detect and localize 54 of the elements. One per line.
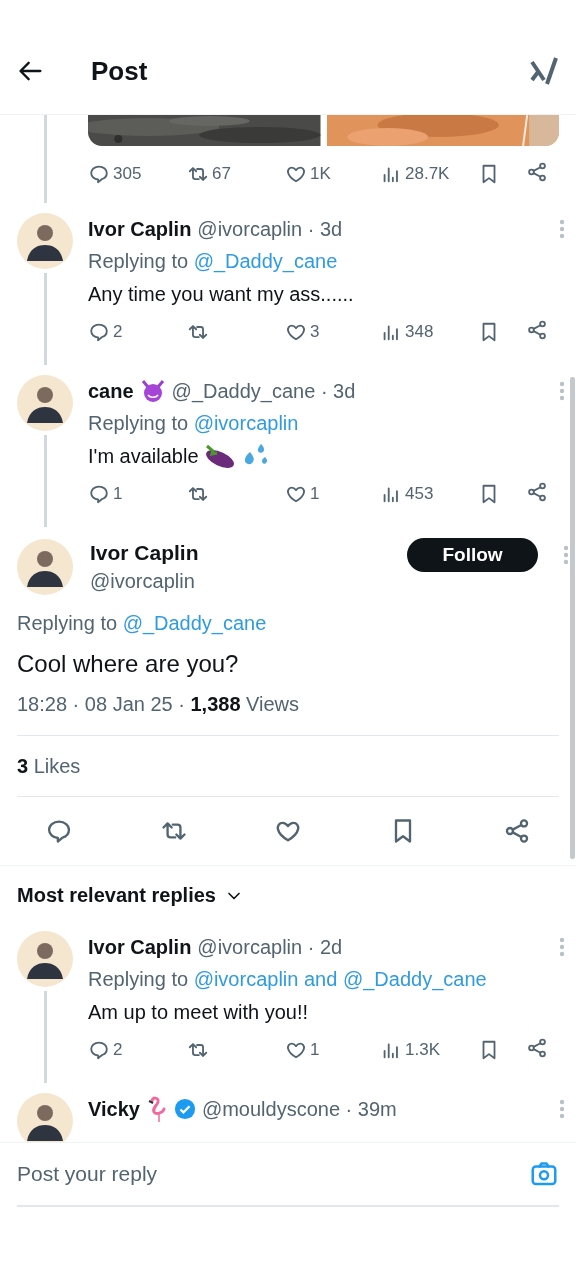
reply-icon[interactable] [88, 321, 110, 343]
avatar[interactable] [17, 931, 73, 987]
count: 1.3K [405, 1040, 440, 1060]
author-name[interactable]: Vicky [88, 1097, 140, 1121]
share-icon[interactable] [526, 480, 548, 503]
handle-and-time: @_Daddy_cane · 3d [171, 379, 356, 403]
author-name[interactable]: cane [88, 379, 134, 403]
reply-icon[interactable] [88, 483, 110, 505]
reply-text: I'm available [88, 444, 199, 469]
author-name[interactable]: Ivor Caplin [90, 539, 390, 567]
replying-label: Replying to [88, 412, 189, 434]
handle-and-time: @ivorcaplin · 2d [197, 935, 343, 959]
avatar[interactable] [17, 375, 73, 431]
count: 1 [310, 484, 320, 504]
replying-label: Replying to [17, 612, 118, 634]
reply-text: Any time you want my ass...... [88, 282, 354, 307]
sort-label[interactable]: Most relevant replies [17, 884, 216, 907]
post-meta: 18:28 · 08 Jan 25 · 1,388 Views [17, 687, 559, 736]
author-name[interactable]: Ivor Caplin [88, 217, 192, 241]
reply-icon[interactable] [88, 1039, 110, 1061]
reply-text: Am up to meet with you!! [88, 1000, 309, 1025]
devil-icon [139, 379, 166, 403]
author-handle: @ivorcaplin [90, 569, 196, 594]
count: 453 [405, 484, 434, 504]
share-icon[interactable] [503, 817, 531, 845]
handle-and-time: @mouldyscone · 39m [201, 1097, 397, 1121]
count: 1K [310, 164, 331, 184]
count: 67 [212, 164, 231, 184]
count: 305 [113, 164, 142, 184]
count: 2 [113, 1040, 123, 1060]
share-icon[interactable] [526, 318, 548, 341]
share-icon[interactable] [526, 160, 548, 183]
count: 28.7K [405, 164, 450, 184]
handle-and-time: @ivorcaplin · 3d [197, 217, 343, 241]
reply-field[interactable]: Post your reply [17, 1162, 529, 1186]
scrollbar[interactable] [570, 377, 575, 859]
post-text: Cool where are you? [17, 649, 240, 679]
logo-icon[interactable] [529, 56, 559, 86]
avatar[interactable] [17, 1093, 73, 1142]
page-title: Post [91, 55, 149, 88]
avatar[interactable] [17, 539, 73, 595]
avatar[interactable] [17, 213, 73, 269]
count: 2 [113, 322, 123, 342]
replying-label: Replying to [88, 968, 189, 990]
count: 348 [405, 322, 434, 342]
share-icon[interactable] [526, 1036, 548, 1059]
reply-icon[interactable] [88, 163, 110, 185]
count: 3 [310, 322, 320, 342]
count: 1 [310, 1040, 320, 1060]
author-name[interactable]: Ivor Caplin [88, 935, 192, 959]
likes-count[interactable]: 3 Likes [17, 736, 559, 797]
follow-button[interactable]: Follow [407, 538, 538, 572]
replying-label: Replying to [88, 250, 189, 272]
count: 1 [113, 484, 123, 504]
